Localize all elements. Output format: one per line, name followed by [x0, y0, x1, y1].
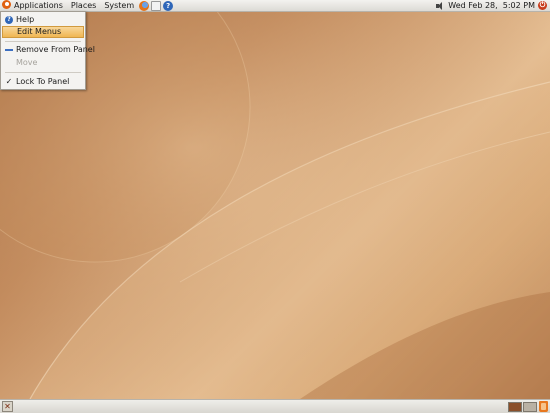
- menu-item-label: Move: [16, 58, 38, 67]
- workspace-2[interactable]: [523, 402, 537, 412]
- workspace-1[interactable]: [508, 402, 522, 412]
- show-desktop-button[interactable]: ✕: [2, 401, 13, 412]
- menu-item-label: Remove From Panel: [16, 45, 95, 54]
- clock[interactable]: Wed Feb 28, 5:02 PM: [448, 1, 535, 10]
- trash-icon[interactable]: [539, 401, 548, 412]
- remove-icon: [5, 49, 13, 51]
- menu-separator: [5, 41, 81, 42]
- menu-item-edit-menus[interactable]: Edit Menus: [2, 26, 84, 38]
- menu-item-remove-from-panel[interactable]: Remove From Panel: [2, 44, 95, 56]
- help-icon: ?: [5, 16, 13, 24]
- menu-item-move[interactable]: Move: [2, 57, 84, 69]
- menu-item-lock-to-panel[interactable]: ✓ Lock To Panel: [2, 76, 84, 88]
- menu-separator: [5, 72, 81, 73]
- help-icon[interactable]: ?: [163, 0, 174, 11]
- volume-icon[interactable]: [436, 1, 445, 10]
- bottom-panel: ✕: [0, 399, 550, 413]
- menu-item-help[interactable]: ? Help: [2, 14, 84, 26]
- firefox-icon[interactable]: [139, 0, 150, 11]
- applications-label: Applications: [14, 0, 63, 10]
- system-menu[interactable]: System: [100, 0, 138, 12]
- check-icon: ✓: [5, 77, 13, 86]
- menu-item-label: Lock To Panel: [16, 77, 70, 86]
- places-menu[interactable]: Places: [67, 0, 100, 12]
- ubuntu-logo-icon: [2, 0, 11, 9]
- power-icon[interactable]: ⏻: [538, 1, 547, 10]
- applications-menu[interactable]: Applications: [0, 0, 67, 12]
- panel-context-menu: ? Help Edit Menus Remove From Panel Move…: [0, 11, 95, 90]
- menu-item-label: Edit Menus: [17, 27, 62, 36]
- menu-item-label: Help: [16, 15, 35, 24]
- system-tray: Wed Feb 28, 5:02 PM ⏻: [436, 1, 550, 10]
- mail-icon[interactable]: [151, 0, 162, 11]
